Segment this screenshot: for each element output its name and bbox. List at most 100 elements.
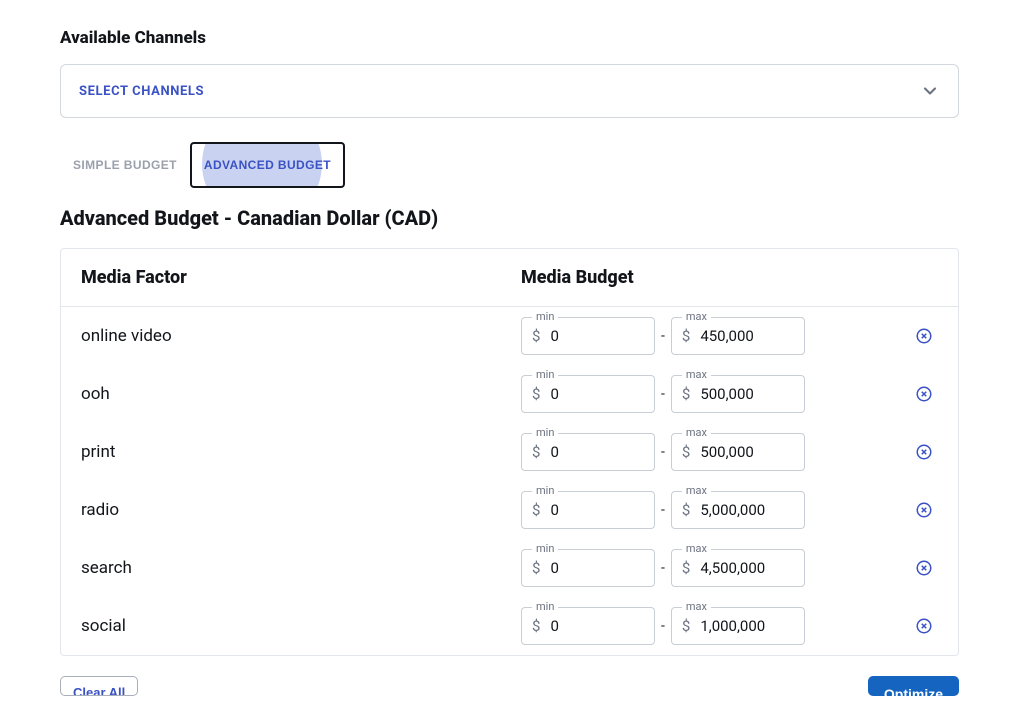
min-input[interactable] [548,500,644,520]
media-budget-cell: min$-max$ [521,607,938,645]
select-channels-dropdown[interactable]: SELECT CHANNELS [60,64,959,118]
table-row: online videomin$-max$ [61,307,958,365]
remove-row-button[interactable] [914,384,934,404]
media-factor-label: search [81,558,521,578]
max-field: max$ [671,433,805,471]
dollar-icon: $ [682,501,690,519]
chevron-down-icon [920,81,940,101]
table-row: radiomin$-max$ [61,481,958,539]
min-input[interactable] [548,326,644,346]
table-body: online videomin$-max$oohmin$-max$printmi… [61,307,958,655]
media-budget-cell: min$-max$ [521,375,938,413]
max-legend: max [682,600,711,613]
optimize-label: Optimize [884,686,943,696]
dollar-icon: $ [532,617,540,635]
close-circle-icon [915,559,933,577]
media-factor-label: ooh [81,384,521,404]
min-input[interactable] [548,442,644,462]
media-factor-label: social [81,616,521,636]
dollar-icon: $ [682,559,690,577]
page-root: Available Channels SELECT CHANNELS SIMPL… [0,0,1019,696]
range-dash: - [661,386,665,402]
dollar-icon: $ [532,501,540,519]
max-input[interactable] [698,558,794,578]
min-input[interactable] [548,558,644,578]
media-factor-label: print [81,442,521,462]
max-input[interactable] [698,326,794,346]
remove-row-button[interactable] [914,326,934,346]
remove-row-button[interactable] [914,500,934,520]
dollar-icon: $ [682,617,690,635]
min-input[interactable] [548,384,644,404]
table-row: socialmin$-max$ [61,597,958,655]
media-budget-cell: min$-max$ [521,433,938,471]
select-channels-label: SELECT CHANNELS [79,84,204,99]
dollar-icon: $ [532,327,540,345]
min-field: min$ [521,433,655,471]
max-input[interactable] [698,616,794,636]
table-header: Media Factor Media Budget [61,249,958,307]
max-field: max$ [671,549,805,587]
close-circle-icon [915,443,933,461]
budget-tabs: SIMPLE BUDGET ADVANCED BUDGET [60,142,959,188]
table-row: searchmin$-max$ [61,539,958,597]
media-budget-cell: min$-max$ [521,549,938,587]
dollar-icon: $ [682,327,690,345]
close-circle-icon [915,617,933,635]
min-field: min$ [521,317,655,355]
max-legend: max [682,484,711,497]
advanced-budget-title: Advanced Budget - Canadian Dollar (CAD) [60,206,959,230]
media-budget-cell: min$-max$ [521,317,938,355]
dollar-icon: $ [682,443,690,461]
max-field: max$ [671,317,805,355]
close-circle-icon [915,385,933,403]
max-input[interactable] [698,384,794,404]
min-field: min$ [521,549,655,587]
col-header-media-budget: Media Budget [521,267,938,288]
remove-row-button[interactable] [914,442,934,462]
range-dash: - [661,444,665,460]
dollar-icon: $ [532,443,540,461]
tab-simple-budget[interactable]: SIMPLE BUDGET [60,142,190,188]
max-legend: max [682,542,711,555]
max-legend: max [682,310,711,323]
min-input[interactable] [548,616,644,636]
min-legend: min [532,426,558,439]
range-dash: - [661,618,665,634]
clear-all-button[interactable]: Clear All [60,676,138,696]
min-legend: min [532,484,558,497]
optimize-button[interactable]: Optimize [868,676,959,696]
clear-all-label: Clear All [73,685,125,696]
range-dash: - [661,502,665,518]
max-legend: max [682,426,711,439]
remove-row-button[interactable] [914,616,934,636]
table-row: oohmin$-max$ [61,365,958,423]
min-legend: min [532,542,558,555]
dollar-icon: $ [682,385,690,403]
available-channels-title: Available Channels [60,28,959,48]
dollar-icon: $ [532,385,540,403]
min-legend: min [532,368,558,381]
budget-table: Media Factor Media Budget online videomi… [60,248,959,656]
media-factor-label: online video [81,326,521,346]
tab-advanced-budget[interactable]: ADVANCED BUDGET [190,142,345,188]
media-budget-cell: min$-max$ [521,491,938,529]
max-input[interactable] [698,500,794,520]
close-circle-icon [915,501,933,519]
tab-advanced-label: ADVANCED BUDGET [204,158,331,172]
table-row: printmin$-max$ [61,423,958,481]
remove-row-button[interactable] [914,558,934,578]
min-legend: min [532,600,558,613]
footer-actions: Clear All Optimize [60,676,959,696]
min-field: min$ [521,375,655,413]
tab-simple-label: SIMPLE BUDGET [73,158,177,172]
max-field: max$ [671,607,805,645]
media-factor-label: radio [81,500,521,520]
range-dash: - [661,560,665,576]
dollar-icon: $ [532,559,540,577]
min-legend: min [532,310,558,323]
max-input[interactable] [698,442,794,462]
min-field: min$ [521,491,655,529]
close-circle-icon [915,327,933,345]
col-header-media-factor: Media Factor [81,267,521,288]
